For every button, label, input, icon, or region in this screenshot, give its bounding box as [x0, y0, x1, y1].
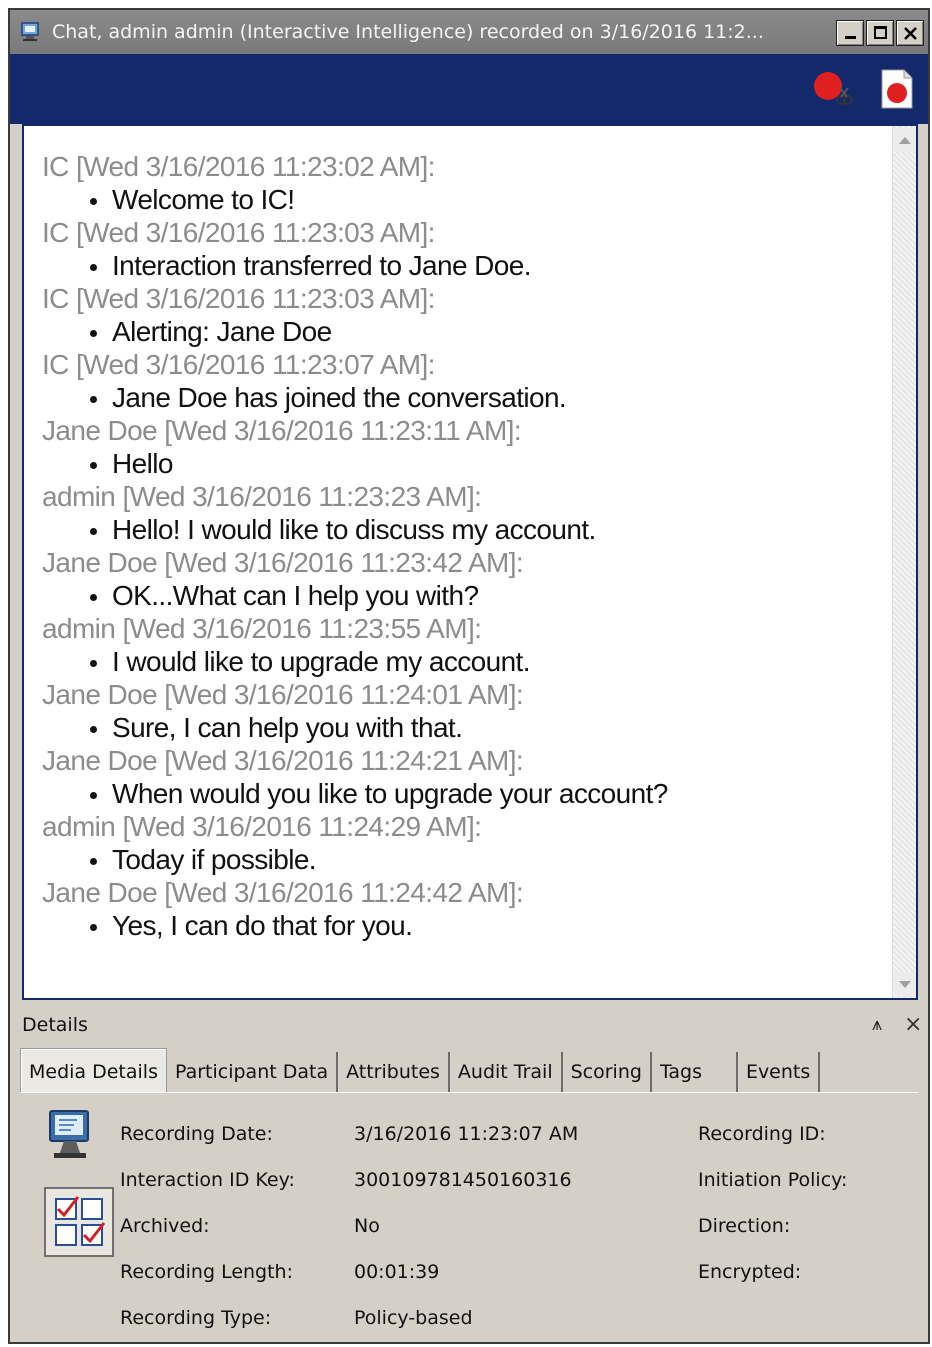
recording-length-value: 00:01:39: [354, 1261, 440, 1283]
interaction-id-key-value: 300109781450160316: [354, 1169, 572, 1191]
maximize-button[interactable]: [866, 20, 894, 46]
message-text: Jane Doe has joined the conversation.: [42, 381, 882, 414]
close-button[interactable]: [896, 20, 924, 46]
interaction-id-key-label: Interaction ID Key:: [120, 1169, 295, 1191]
scroll-down-button[interactable]: [894, 972, 916, 996]
tab-scoring[interactable]: Scoring: [563, 1052, 652, 1092]
message-text-content: Alerting: Jane Doe: [112, 316, 332, 347]
message-text-content: Hello: [112, 448, 173, 479]
recording-length-label: Recording Length:: [120, 1261, 294, 1283]
minimize-icon: [845, 36, 856, 39]
checklist-icon[interactable]: [44, 1187, 114, 1257]
message-text-content: Jane Doe has joined the conversation.: [112, 382, 567, 413]
message-text-content: Today if possible.: [112, 844, 317, 875]
message-text-content: Welcome to IC!: [112, 184, 295, 215]
record-snip-icon[interactable]: [810, 66, 856, 112]
archived-value: No: [354, 1215, 380, 1237]
message-text: Hello: [42, 447, 882, 480]
tab-audit-trail[interactable]: Audit Trail: [450, 1052, 563, 1092]
chevron-up-icon: [899, 136, 911, 144]
initiation-policy-label: Initiation Policy:: [698, 1169, 848, 1191]
message-header: Jane Doe [Wed 3/16/2016 11:24:42 AM]:: [42, 877, 524, 908]
message-text: Alerting: Jane Doe: [42, 315, 882, 348]
chevron-down-icon: [899, 980, 911, 988]
tab-events[interactable]: Events: [738, 1052, 821, 1092]
message-text: Sure, I can help you with that.: [42, 711, 882, 744]
message-text-content: Yes, I can do that for you.: [112, 910, 413, 941]
tab-participant-data[interactable]: Participant Data: [167, 1052, 339, 1092]
message-header: Jane Doe [Wed 3/16/2016 11:23:11 AM]:: [42, 415, 522, 446]
message-header: Jane Doe [Wed 3/16/2016 11:23:42 AM]:: [42, 547, 524, 578]
tab-attributes[interactable]: Attributes: [338, 1052, 450, 1092]
scroll-up-button[interactable]: [894, 128, 916, 152]
maximize-icon: [874, 26, 887, 39]
message-text: Yes, I can do that for you.: [42, 909, 882, 942]
record-document-icon[interactable]: [874, 66, 920, 112]
message-text: Today if possible.: [42, 843, 882, 876]
message-text-content: Hello! I would like to discuss my accoun…: [112, 514, 596, 545]
message-text-content: OK...What can I help you with?: [112, 580, 479, 611]
tab-media-details[interactable]: Media Details: [20, 1048, 167, 1094]
message-header: IC [Wed 3/16/2016 11:23:03 AM]:: [42, 283, 435, 314]
message-header: Jane Doe [Wed 3/16/2016 11:24:01 AM]:: [42, 679, 524, 710]
message-header: admin [Wed 3/16/2016 11:23:23 AM]:: [42, 481, 482, 512]
message-text: Welcome to IC!: [42, 183, 882, 216]
message-text: OK...What can I help you with?: [42, 579, 882, 612]
message-header: IC [Wed 3/16/2016 11:23:03 AM]:: [42, 217, 435, 248]
recording-date-value: 3/16/2016 11:23:07 AM: [354, 1123, 579, 1145]
message-text-content: Sure, I can help you with that.: [112, 712, 463, 743]
minimize-button[interactable]: [836, 20, 864, 46]
window-title: Chat, admin admin (Interactive Intellige…: [52, 21, 764, 43]
message-header: IC [Wed 3/16/2016 11:23:07 AM]:: [42, 349, 435, 380]
message-header: admin [Wed 3/16/2016 11:23:55 AM]:: [42, 613, 482, 644]
chat-transcript[interactable]: IC [Wed 3/16/2016 11:23:02 AM]: Welcome t…: [22, 124, 918, 1000]
details-close-icon[interactable]: ×: [904, 1012, 922, 1037]
details-pane-title: Details: [22, 1014, 88, 1036]
chat-window-icon: [21, 22, 39, 41]
message-header: admin [Wed 3/16/2016 11:24:29 AM]:: [42, 811, 482, 842]
message-text: When would you like to upgrade your acco…: [42, 777, 882, 810]
message-text: Hello! I would like to discuss my accoun…: [42, 513, 882, 546]
recording-type-value: Policy-based: [354, 1307, 473, 1329]
message-text-content: When would you like to upgrade your acco…: [112, 778, 668, 809]
encrypted-label: Encrypted:: [698, 1261, 802, 1283]
message-text: I would like to upgrade my account.: [42, 645, 882, 678]
message-text: Interaction transferred to Jane Doe.: [42, 249, 882, 282]
details-tabs: Media Details Participant Data Attribute…: [20, 1048, 821, 1094]
recording-type-label: Recording Type:: [120, 1307, 272, 1329]
toolbar: [10, 54, 928, 124]
vertical-scrollbar[interactable]: [892, 126, 916, 998]
recording-window: Chat, admin admin (Interactive Intellige…: [8, 8, 930, 1344]
archived-label: Archived:: [120, 1215, 210, 1237]
close-icon: [904, 27, 917, 40]
message-list: IC [Wed 3/16/2016 11:23:02 AM]: Welcome t…: [42, 150, 882, 942]
recording-id-label: Recording ID:: [698, 1123, 826, 1145]
media-details-panel: Recording Date: 3/16/2016 11:23:07 AM In…: [20, 1092, 918, 1338]
computer-monitor-icon: [49, 1110, 89, 1158]
tab-tags[interactable]: Tags: [652, 1052, 738, 1092]
message-header: IC [Wed 3/16/2016 11:23:02 AM]:: [42, 151, 435, 182]
message-text-content: I would like to upgrade my account.: [112, 646, 531, 677]
direction-label: Direction:: [698, 1215, 791, 1237]
pin-icon[interactable]: ⩚: [872, 1014, 882, 1035]
title-bar[interactable]: Chat, admin admin (Interactive Intellige…: [10, 10, 928, 54]
recording-date-label: Recording Date:: [120, 1123, 273, 1145]
message-text-content: Interaction transferred to Jane Doe.: [112, 250, 531, 281]
message-header: Jane Doe [Wed 3/16/2016 11:24:21 AM]:: [42, 745, 524, 776]
